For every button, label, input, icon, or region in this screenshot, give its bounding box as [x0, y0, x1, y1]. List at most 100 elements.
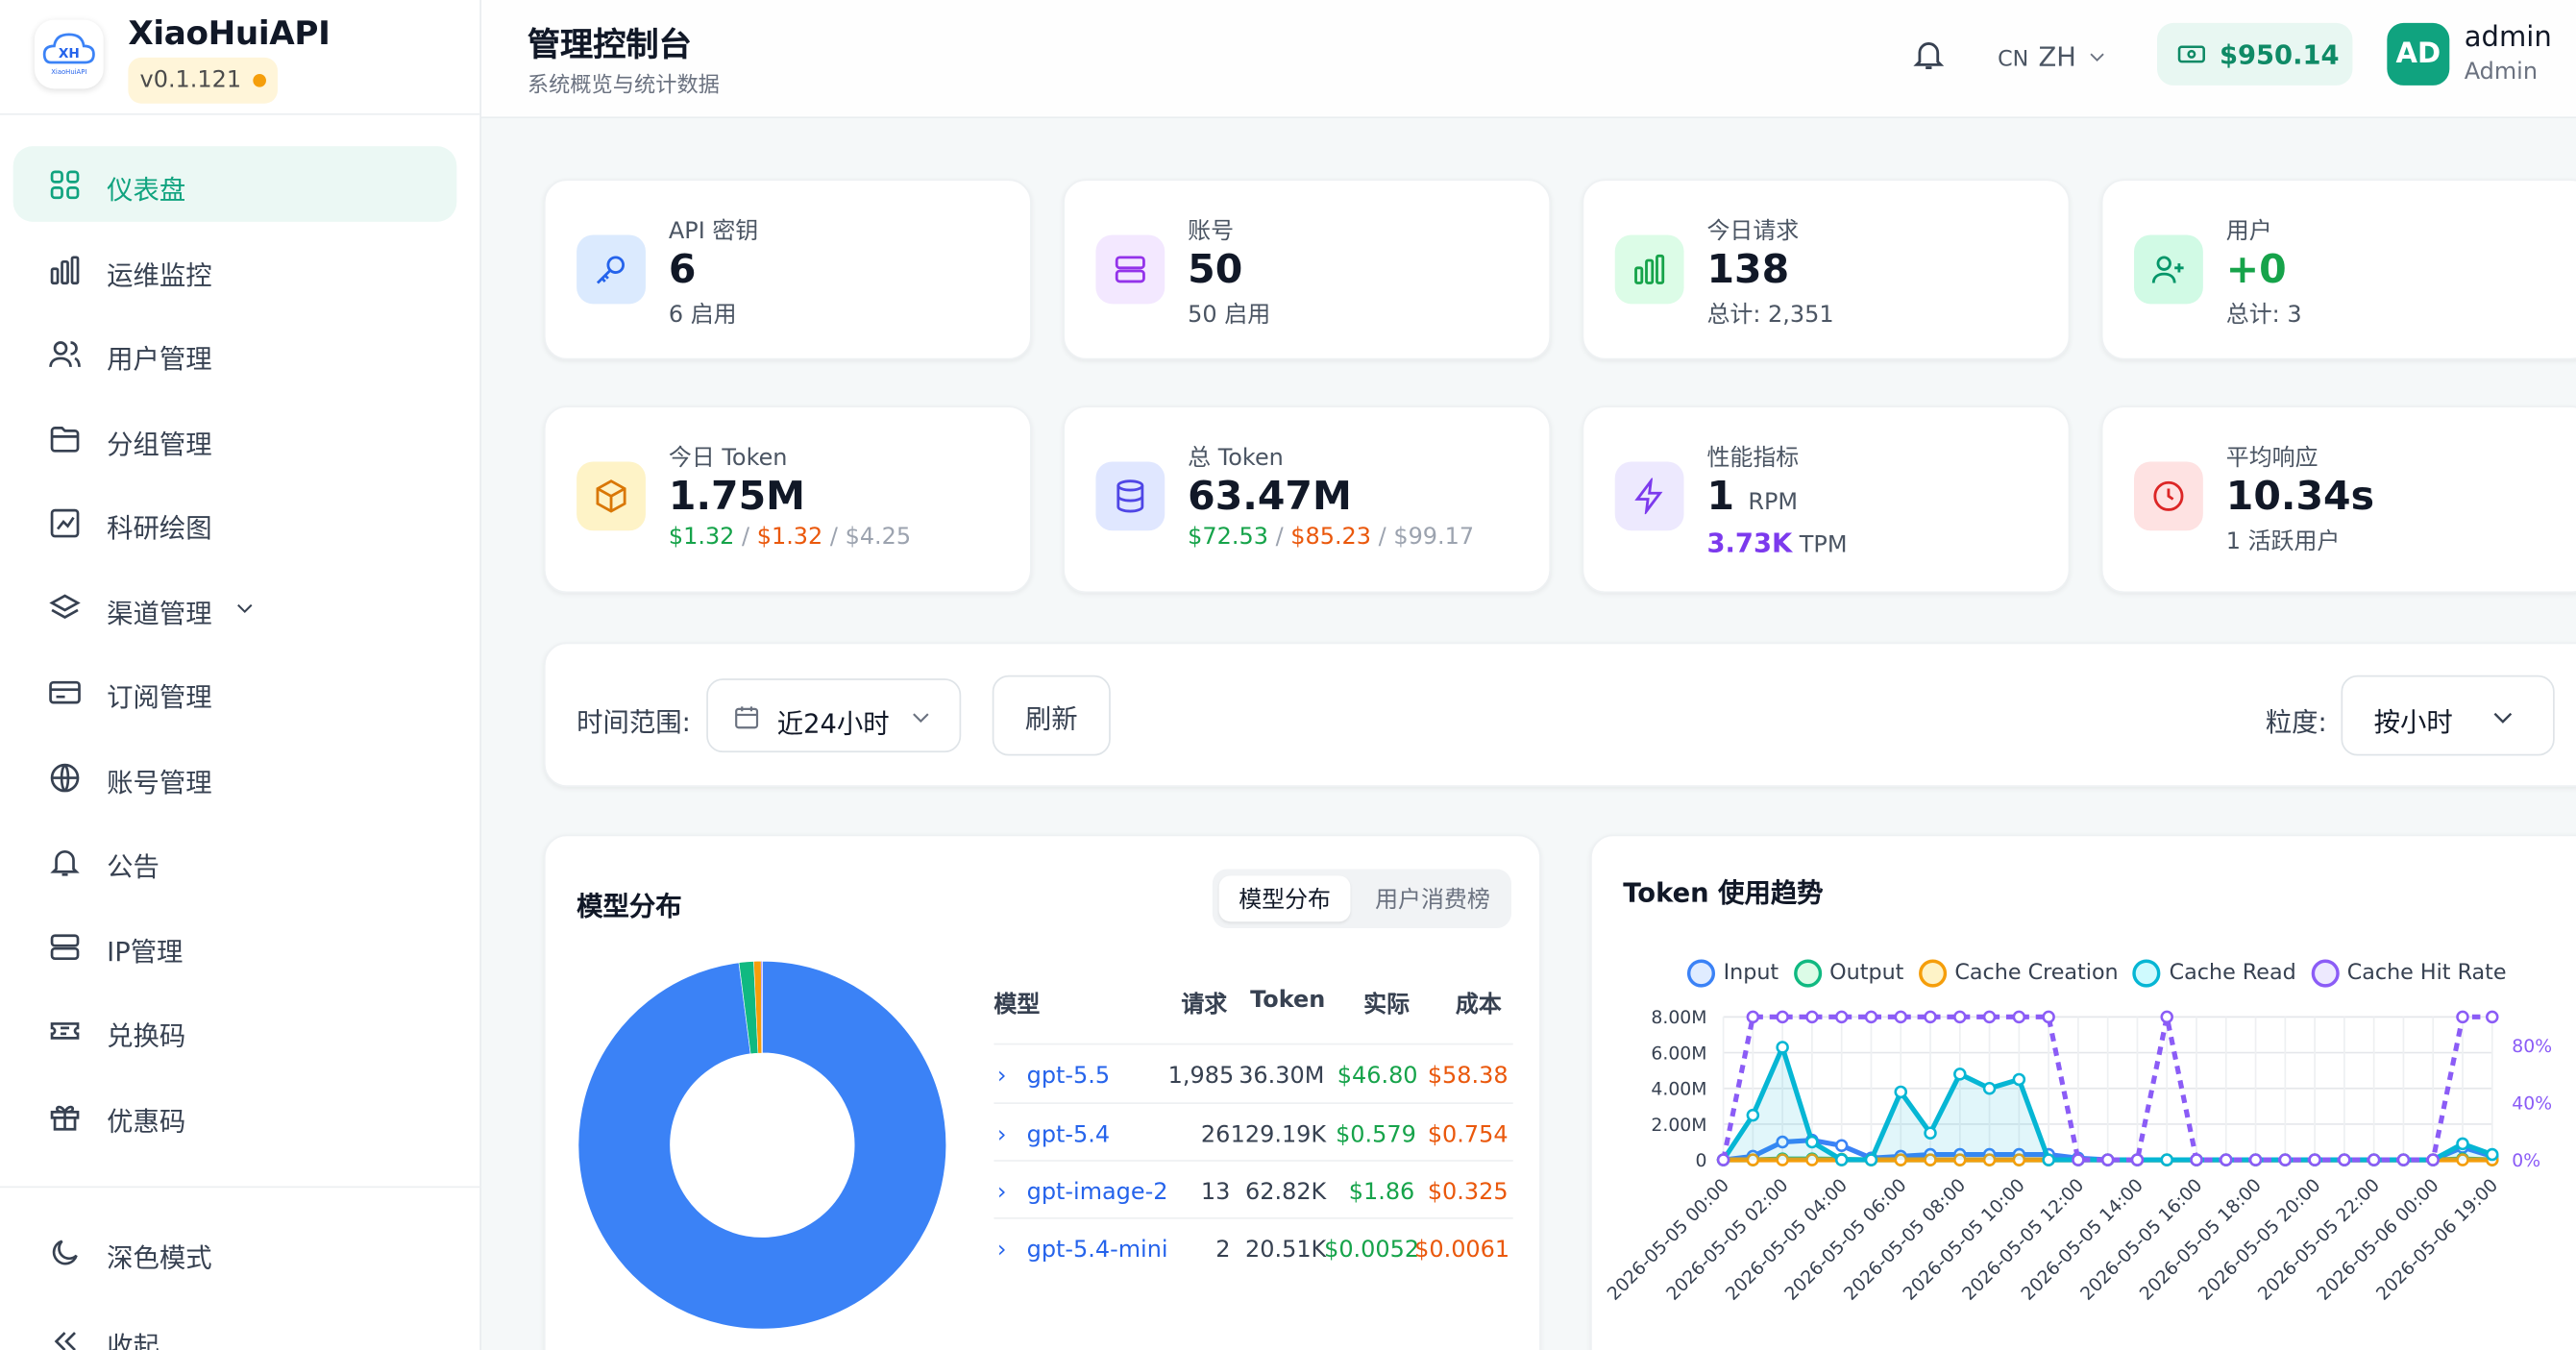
model-name[interactable]: gpt-image-2 — [1027, 1180, 1168, 1206]
data-point-Cache Read — [1894, 1085, 1907, 1099]
sidebar-item-redeem[interactable]: 兑换码 — [13, 993, 457, 1068]
language-code: ZH — [2038, 39, 2076, 72]
data-point-Cache Read — [1746, 1108, 1760, 1122]
stat-label: 账号 — [1188, 218, 1235, 245]
sidebar-item-accounts[interactable]: 账号管理 — [13, 739, 457, 815]
legend-item[interactable]: Output — [1793, 959, 1903, 988]
request-count: 13 — [1200, 1179, 1231, 1206]
ticket-icon — [50, 1022, 80, 1040]
legend-item[interactable]: Cache Creation — [1918, 959, 2119, 988]
legend-label: Cache Creation — [1954, 961, 2119, 986]
time-range-label: 时间范围: — [577, 706, 691, 738]
notification-bell-icon[interactable] — [1910, 37, 1947, 73]
time-range-select[interactable]: 近24小时 — [706, 678, 962, 753]
avatar[interactable]: AD — [2387, 22, 2450, 86]
stat-icon-box — [577, 461, 646, 531]
expand-chevron-icon[interactable]: › — [997, 1063, 1007, 1089]
page-title: 管理控制台 — [527, 24, 692, 64]
token-trend-chart: 02.00M4.00M6.00M8.00M0%40%80%2026-05-05 … — [1604, 1008, 2552, 1305]
data-point-Cache Hit Rate — [2456, 1010, 2469, 1024]
table-row[interactable]: › gpt-5.4-mini 2 20.51K $0.0052 $0.0061 — [994, 1216, 1513, 1277]
sidebar-item-label: 用户管理 — [107, 343, 212, 375]
stat-value: 1.75M — [668, 473, 805, 520]
legend-item[interactable]: Input — [1686, 959, 1779, 988]
expand-chevron-icon[interactable]: › — [997, 1237, 1007, 1263]
data-point-Cache Read — [1834, 1153, 1849, 1166]
page-subtitle: 系统概览与统计数据 — [527, 73, 720, 99]
data-point-Cache Hit Rate — [1716, 1153, 1730, 1166]
granularity-select[interactable]: 按小时 — [2341, 675, 2555, 756]
data-point-Cache Read — [2486, 1147, 2499, 1162]
table-row[interactable]: › gpt-5.4 26 129.19K $0.579 $0.754 — [994, 1102, 1513, 1162]
sidebar-item-label: 分组管理 — [107, 429, 212, 460]
cost: $0.325 — [1427, 1179, 1509, 1206]
legend-item[interactable]: Cache Hit Rate — [2311, 959, 2507, 988]
actual-cost: $72.53 — [1188, 524, 1268, 551]
logo[interactable]: XH XiaoHuiAPI — [34, 19, 104, 89]
sidebar-item-ip[interactable]: IP管理 — [13, 909, 457, 985]
stat-value: 10.34s — [2225, 473, 2375, 520]
model-name[interactable]: gpt-5.5 — [1027, 1063, 1111, 1089]
sidebar-item-subscriptions[interactable]: 订阅管理 — [13, 654, 457, 730]
request-count: 2 — [1215, 1237, 1231, 1264]
sidebar-item-channels[interactable]: 渠道管理 — [13, 570, 457, 646]
column-header: 实际 — [1363, 992, 1411, 1019]
dark-mode-toggle[interactable]: 深色模式 — [13, 1215, 457, 1290]
balance-badge[interactable]: $950.14 — [2156, 22, 2353, 86]
list-cost: $99.17 — [1393, 524, 1475, 551]
stat-label: 平均响应 — [2225, 445, 2318, 472]
double-chevron-left-icon — [54, 1332, 76, 1350]
brand-header: XH XiaoHuiAPI XiaoHuiAPI v0.1.121 — [0, 0, 480, 115]
token-count: 129.19K — [1230, 1121, 1327, 1149]
collapse-button[interactable]: 收起 — [13, 1303, 457, 1350]
sidebar-item-dashboard[interactable]: 仪表盘 — [12, 146, 457, 222]
data-point-Cache Hit Rate — [2248, 1153, 2263, 1166]
sidebar-item-research-plot[interactable]: 科研绘图 — [13, 484, 457, 560]
chart-legend: Input Output Cache Creation Cache Read C… — [1686, 959, 2507, 988]
model-name[interactable]: gpt-5.4-mini — [1027, 1237, 1168, 1263]
layers-icon — [49, 594, 81, 619]
stat-label: 用户 — [2225, 218, 2272, 245]
data-point-Cache Hit Rate — [2278, 1153, 2293, 1166]
sidebar: XH XiaoHuiAPI XiaoHuiAPI v0.1.121 仪表盘 运维… — [0, 0, 481, 1350]
table-row[interactable]: › gpt-image-2 13 62.82K $1.86 $0.325 — [994, 1160, 1513, 1219]
dashboard-icon — [50, 170, 80, 200]
tab-model-distribution[interactable]: 模型分布 — [1218, 875, 1351, 922]
stat-value: 138 — [1706, 246, 1790, 293]
sidebar-item-label: 仪表盘 — [107, 174, 186, 206]
database-icon — [1116, 479, 1144, 513]
expand-chevron-icon[interactable]: › — [997, 1122, 1007, 1148]
stat-label: 今日 Token — [668, 445, 788, 472]
sidebar-item-coupons[interactable]: 优惠码 — [13, 1078, 457, 1154]
actual-cost: $0.579 — [1336, 1121, 1416, 1149]
users-icon — [49, 341, 81, 368]
table-row[interactable]: › gpt-5.5 1,985 36.30M $46.80 $58.38 — [994, 1043, 1513, 1103]
legend-swatch — [1793, 959, 1822, 988]
language-switcher[interactable]: CN ZH — [1998, 37, 2107, 76]
sidebar-nav: 仪表盘 运维监控 用户管理 分组管理 科研绘图 渠道管理 订阅管理 账号管理 公… — [0, 144, 481, 1183]
username[interactable]: admin — [2465, 21, 2552, 54]
granularity-label: 粒度: — [2265, 706, 2327, 738]
granularity-value: 按小时 — [2373, 706, 2453, 738]
sidebar-item-announcements[interactable]: 公告 — [13, 823, 457, 899]
standard-cost: $1.32 — [756, 524, 823, 551]
request-count: 1,985 — [1167, 1063, 1235, 1090]
sidebar-item-groups[interactable]: 分组管理 — [13, 401, 457, 477]
data-point-Cache Read — [1805, 1135, 1819, 1149]
sidebar-item-users[interactable]: 用户管理 — [13, 315, 457, 391]
sidebar-item-monitoring[interactable]: 运维监控 — [13, 232, 457, 307]
line-chart-icon — [50, 508, 80, 538]
model-name[interactable]: gpt-5.4 — [1027, 1122, 1111, 1148]
chevron-down-icon[interactable] — [233, 597, 257, 620]
server-icon — [50, 934, 80, 961]
expand-chevron-icon[interactable]: › — [997, 1180, 1007, 1206]
legend-item[interactable]: Cache Read — [2133, 959, 2296, 988]
cost: $0.754 — [1427, 1121, 1509, 1149]
stat-card-accounts: 账号 50 50 启用 — [1063, 179, 1552, 360]
version-badge: v0.1.121 — [128, 57, 278, 104]
tab-user-ranking[interactable]: 用户消费榜 — [1363, 875, 1502, 921]
refresh-button[interactable]: 刷新 — [992, 675, 1111, 756]
data-point-Cache Hit Rate — [2338, 1153, 2351, 1166]
sidebar-item-label: 科研绘图 — [107, 512, 212, 544]
stat-icon-box — [1095, 461, 1165, 531]
